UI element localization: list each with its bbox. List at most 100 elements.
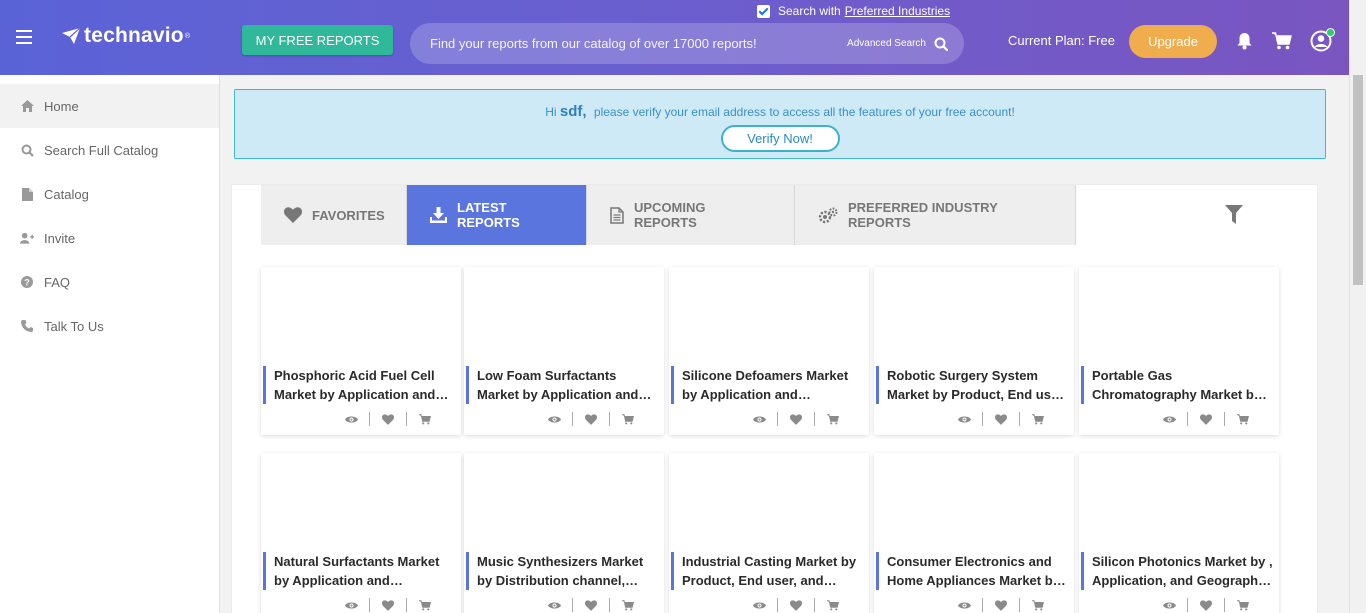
bell-icon[interactable] (1236, 32, 1253, 50)
hamburger-menu-icon[interactable] (16, 30, 32, 44)
add-to-cart-icon[interactable] (815, 413, 851, 425)
report-card-title[interactable]: Natural Surfactants Market by Applicatio… (263, 552, 456, 590)
tab-label: PREFERRED INDUSTRY REPORTS (848, 200, 998, 230)
search-icon[interactable] (934, 37, 948, 51)
report-card[interactable]: Low Foam Surfactants Market by Applicati… (464, 267, 664, 435)
report-card[interactable]: Natural Surfactants Market by Applicatio… (261, 453, 461, 613)
tab-favorites[interactable]: FAVORITES (261, 185, 407, 245)
view-eye-icon[interactable] (1151, 601, 1187, 610)
report-card-actions (741, 412, 851, 426)
report-card[interactable]: Phosphoric Acid Fuel Cell Market by Appl… (261, 267, 461, 435)
view-eye-icon[interactable] (333, 415, 369, 424)
logo-text: technavio (84, 24, 184, 47)
report-card-title[interactable]: Silicon Photonics Market by , Applicatio… (1081, 552, 1274, 590)
home-icon (20, 99, 34, 113)
preferred-industries-link[interactable]: Preferred Industries (845, 4, 950, 18)
svg-text:?: ? (24, 277, 30, 287)
scrollbar-thumb[interactable] (1353, 75, 1363, 285)
report-card[interactable]: Consumer Electronics and Home Appliances… (874, 453, 1074, 613)
question-icon: ? (20, 275, 34, 289)
sidebar-item-search-full-catalog[interactable]: Search Full Catalog (0, 128, 219, 172)
tab-label: LATEST REPORTS (457, 200, 520, 230)
report-card-actions (1151, 412, 1261, 426)
verify-now-button[interactable]: Verify Now! (720, 125, 840, 152)
sidebar-item-catalog[interactable]: Catalog (0, 172, 219, 216)
favorite-heart-icon[interactable] (1188, 413, 1224, 425)
report-card-title[interactable]: Low Foam Surfactants Market by Applicati… (466, 366, 659, 404)
report-card[interactable]: Portable Gas Chromatography Market by En… (1079, 267, 1279, 435)
favorite-heart-icon[interactable] (778, 413, 814, 425)
add-to-cart-icon[interactable] (1020, 413, 1056, 425)
filter-icon[interactable] (1225, 205, 1243, 224)
add-to-cart-icon[interactable] (407, 413, 443, 425)
tab-preferred-industry-reports[interactable]: PREFERRED INDUSTRY REPORTS (795, 185, 1076, 245)
report-card-actions (946, 412, 1056, 426)
catalog-search-bar: Advanced Search (410, 23, 964, 64)
tab-upcoming-reports[interactable]: UPCOMING REPORTS (587, 185, 795, 245)
sidebar-item-label: Home (44, 98, 79, 114)
favorite-heart-icon[interactable] (778, 599, 814, 611)
report-card[interactable]: Industrial Casting Market by Product, En… (669, 453, 869, 613)
add-to-cart-icon[interactable] (610, 599, 646, 611)
report-card[interactable]: Robotic Surgery System Market by Product… (874, 267, 1074, 435)
favorite-heart-icon[interactable] (573, 599, 609, 611)
view-eye-icon[interactable] (946, 601, 982, 610)
favorite-heart-icon[interactable] (1188, 599, 1224, 611)
report-card-actions (536, 412, 646, 426)
add-to-cart-icon[interactable] (407, 599, 443, 611)
add-to-cart-icon[interactable] (610, 413, 646, 425)
favorite-heart-icon[interactable] (983, 599, 1019, 611)
catalog-search-input[interactable] (410, 36, 848, 51)
preferred-industries-toggle: Search with Preferred Industries (757, 4, 950, 18)
technavio-logo[interactable]: technavio ® (62, 24, 190, 48)
report-card-actions (741, 598, 851, 612)
report-card[interactable]: Music Synthesizers Market by Distributio… (464, 453, 664, 613)
view-eye-icon[interactable] (536, 415, 572, 424)
tab-latest-reports[interactable]: LATEST REPORTS (407, 185, 587, 245)
favorite-heart-icon[interactable] (573, 413, 609, 425)
favorite-heart-icon[interactable] (370, 413, 406, 425)
view-eye-icon[interactable] (536, 601, 572, 610)
add-to-cart-icon[interactable] (815, 599, 851, 611)
sidebar-item-label: FAQ (44, 274, 71, 290)
add-to-cart-icon[interactable] (1225, 599, 1261, 611)
view-eye-icon[interactable] (946, 415, 982, 424)
report-card[interactable]: Silicon Photonics Market by , Applicatio… (1079, 453, 1279, 613)
preferred-industries-checkbox[interactable] (757, 4, 770, 18)
current-plan-text: Current Plan: Free (1008, 33, 1115, 48)
report-card-title[interactable]: Phosphoric Acid Fuel Cell Market by Appl… (263, 366, 456, 404)
sidebar-item-faq[interactable]: ? FAQ (0, 260, 219, 304)
report-card-title[interactable]: Consumer Electronics and Home Appliances… (876, 552, 1069, 590)
report-card-title[interactable]: Music Synthesizers Market by Distributio… (466, 552, 659, 590)
add-to-cart-icon[interactable] (1020, 599, 1056, 611)
verify-message: please verify your email address to acce… (593, 105, 1015, 119)
sidebar-item-home[interactable]: Home (0, 84, 219, 128)
report-card-title[interactable]: Industrial Casting Market by Product, En… (671, 552, 864, 590)
report-card-title[interactable]: Silicone Defoamers Market by Application… (671, 366, 864, 404)
report-card-title[interactable]: Portable Gas Chromatography Market by En… (1081, 366, 1274, 404)
verify-message-line: Hi sdf, please verify your email address… (235, 103, 1325, 120)
favorite-heart-icon[interactable] (370, 599, 406, 611)
view-eye-icon[interactable] (741, 601, 777, 610)
sidebar-item-label: Search Full Catalog (44, 142, 159, 158)
cart-icon[interactable] (1272, 32, 1292, 50)
verify-email-banner: Hi sdf, please verify your email address… (234, 89, 1326, 159)
view-eye-icon[interactable] (333, 601, 369, 610)
advanced-search-link[interactable]: Advanced Search (847, 38, 926, 49)
page-scrollbar[interactable] (1349, 0, 1366, 613)
left-sidebar: Home Search Full Catalog Catalog Invite … (0, 75, 220, 613)
upgrade-button[interactable]: Upgrade (1129, 25, 1217, 58)
add-to-cart-icon[interactable] (1225, 413, 1261, 425)
sidebar-item-invite[interactable]: Invite (0, 216, 219, 260)
report-card-actions (1151, 598, 1261, 612)
download-icon (430, 207, 447, 223)
report-tabs: FAVORITES LATEST REPORTS UPCOMING REPORT… (261, 185, 1076, 245)
report-card-title[interactable]: Robotic Surgery System Market by Product… (876, 366, 1069, 404)
favorite-heart-icon[interactable] (983, 413, 1019, 425)
view-eye-icon[interactable] (1151, 415, 1187, 424)
sidebar-item-talk-to-us[interactable]: Talk To Us (0, 304, 219, 348)
view-eye-icon[interactable] (741, 415, 777, 424)
my-free-reports-button[interactable]: MY FREE REPORTS (242, 25, 393, 55)
report-card[interactable]: Silicone Defoamers Market by Application… (669, 267, 869, 435)
sidebar-item-label: Catalog (44, 186, 89, 202)
